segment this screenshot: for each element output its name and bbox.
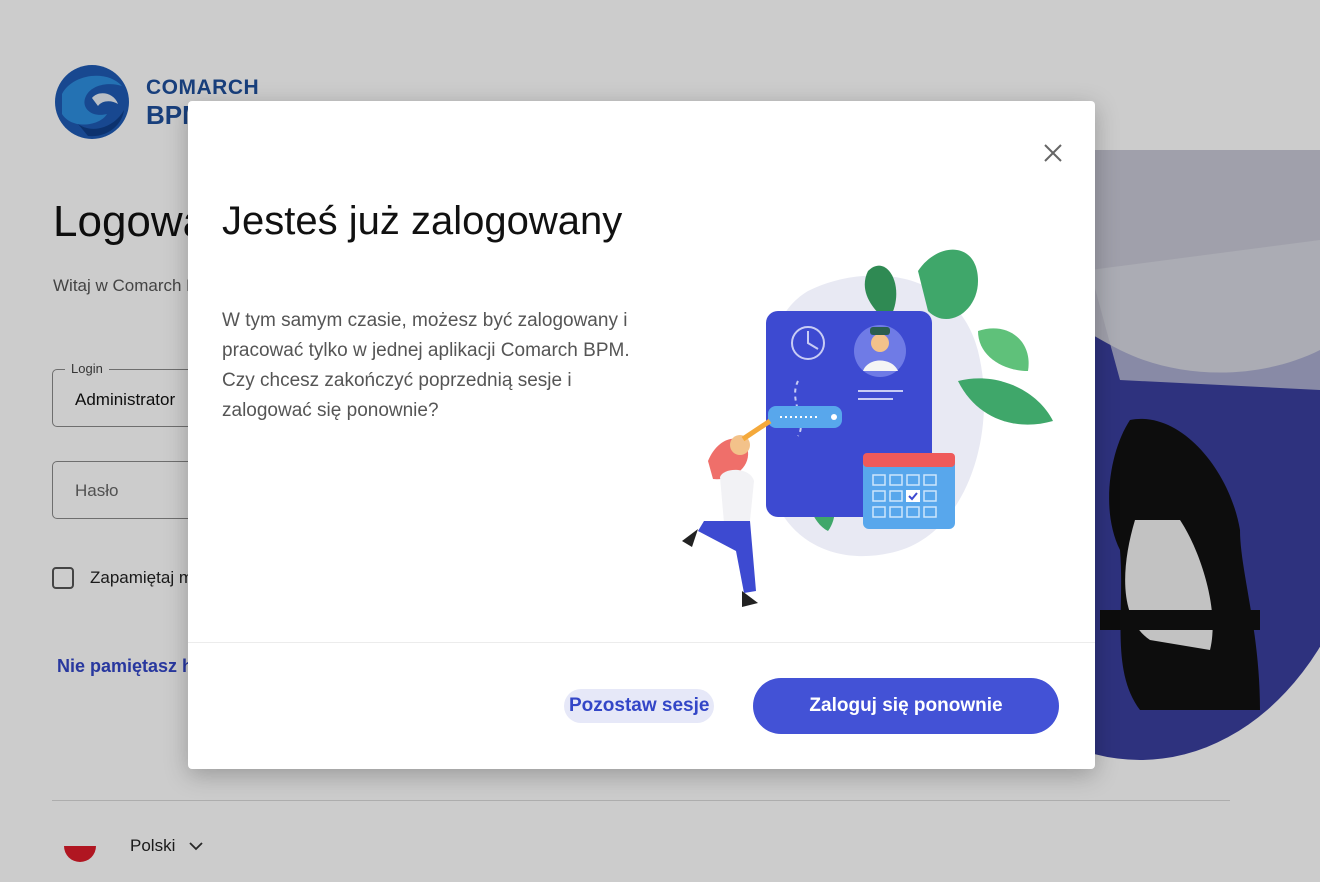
dialog-separator: [188, 642, 1095, 643]
session-illustration: [682, 249, 1053, 607]
close-icon[interactable]: [1041, 141, 1065, 165]
relogin-button[interactable]: Zaloguj się ponownie: [753, 678, 1059, 734]
keep-session-button[interactable]: Pozostaw sesje: [564, 689, 715, 723]
dialog-title: Jesteś już zalogowany: [222, 199, 623, 243]
dialog-body: W tym samym czasie, możesz być zalogowan…: [222, 310, 630, 421]
already-logged-in-dialog: Jesteś już zalogowany W tym samym czasie…: [188, 101, 1095, 769]
